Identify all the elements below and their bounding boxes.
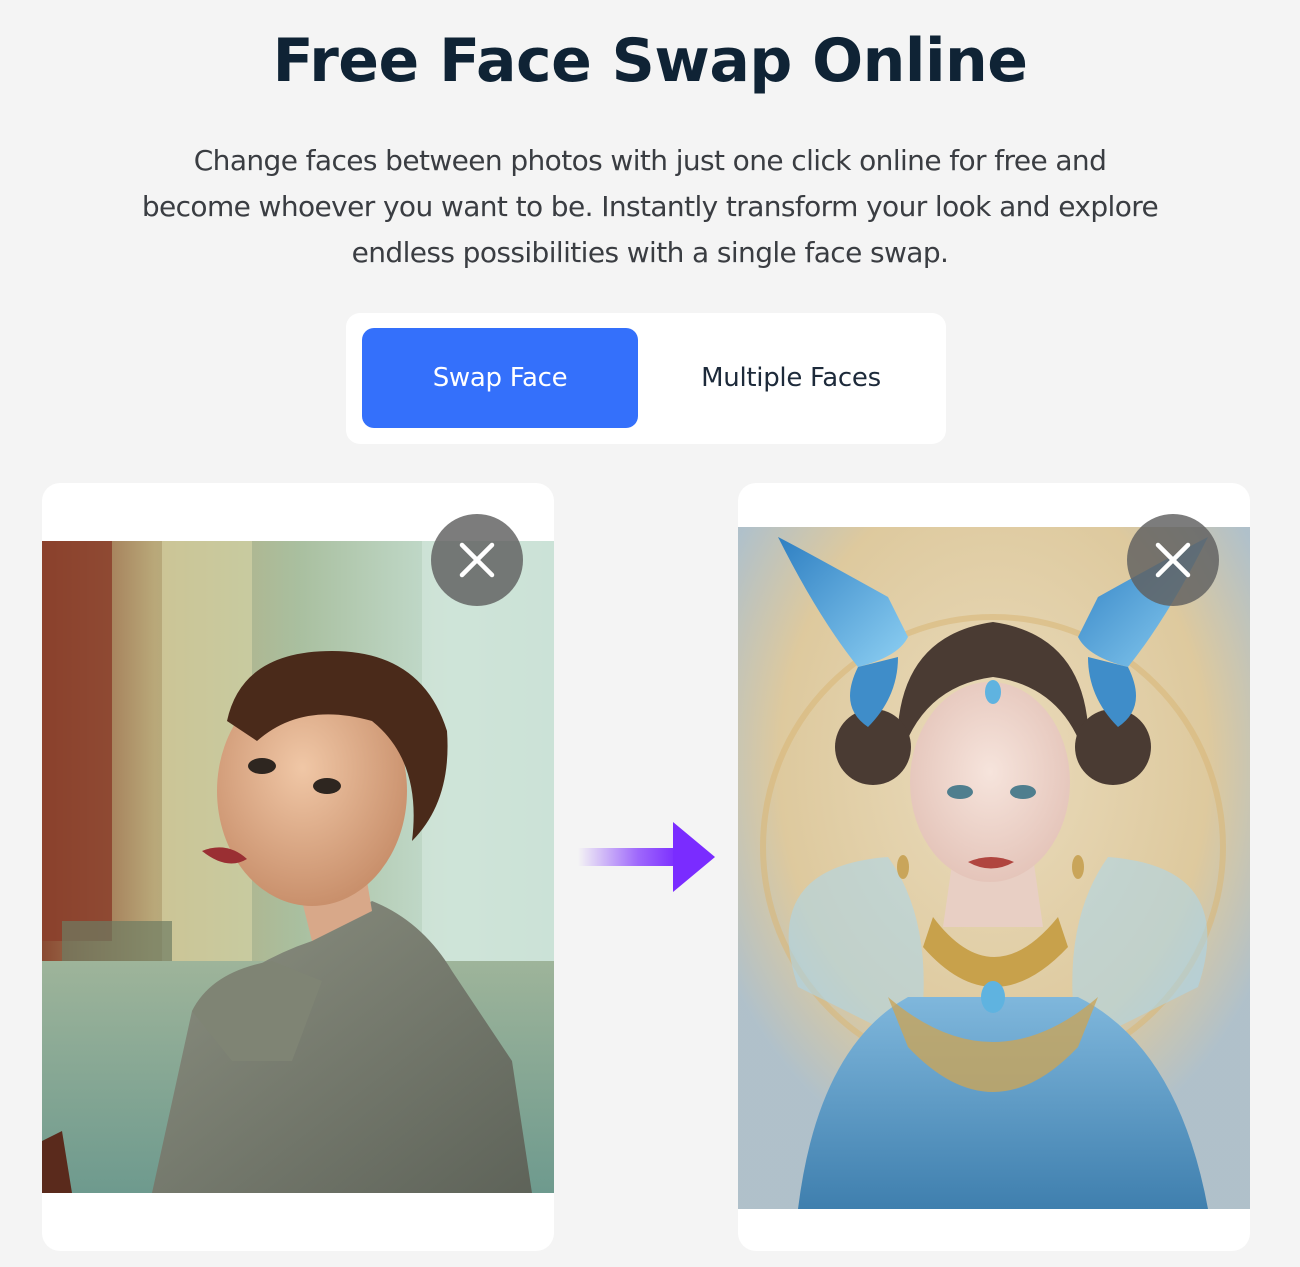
tab-swap-face[interactable]: Swap Face xyxy=(362,328,638,428)
source-photo xyxy=(42,541,554,1193)
remove-source-button[interactable] xyxy=(431,514,523,606)
remove-target-button[interactable] xyxy=(1127,514,1219,606)
close-icon xyxy=(1155,542,1191,578)
page-title: Free Face Swap Online xyxy=(272,26,1028,96)
arrow-right-icon xyxy=(578,822,715,892)
target-photo xyxy=(738,527,1250,1209)
target-photo-card[interactable] xyxy=(738,483,1250,1251)
page-subtitle: Change faces between photos with just on… xyxy=(141,144,1159,269)
mode-tabs: Swap Face Multiple Faces xyxy=(346,313,946,444)
close-icon xyxy=(459,542,495,578)
source-photo-card[interactable] xyxy=(42,483,554,1251)
tab-multiple-faces[interactable]: Multiple Faces xyxy=(646,328,936,428)
